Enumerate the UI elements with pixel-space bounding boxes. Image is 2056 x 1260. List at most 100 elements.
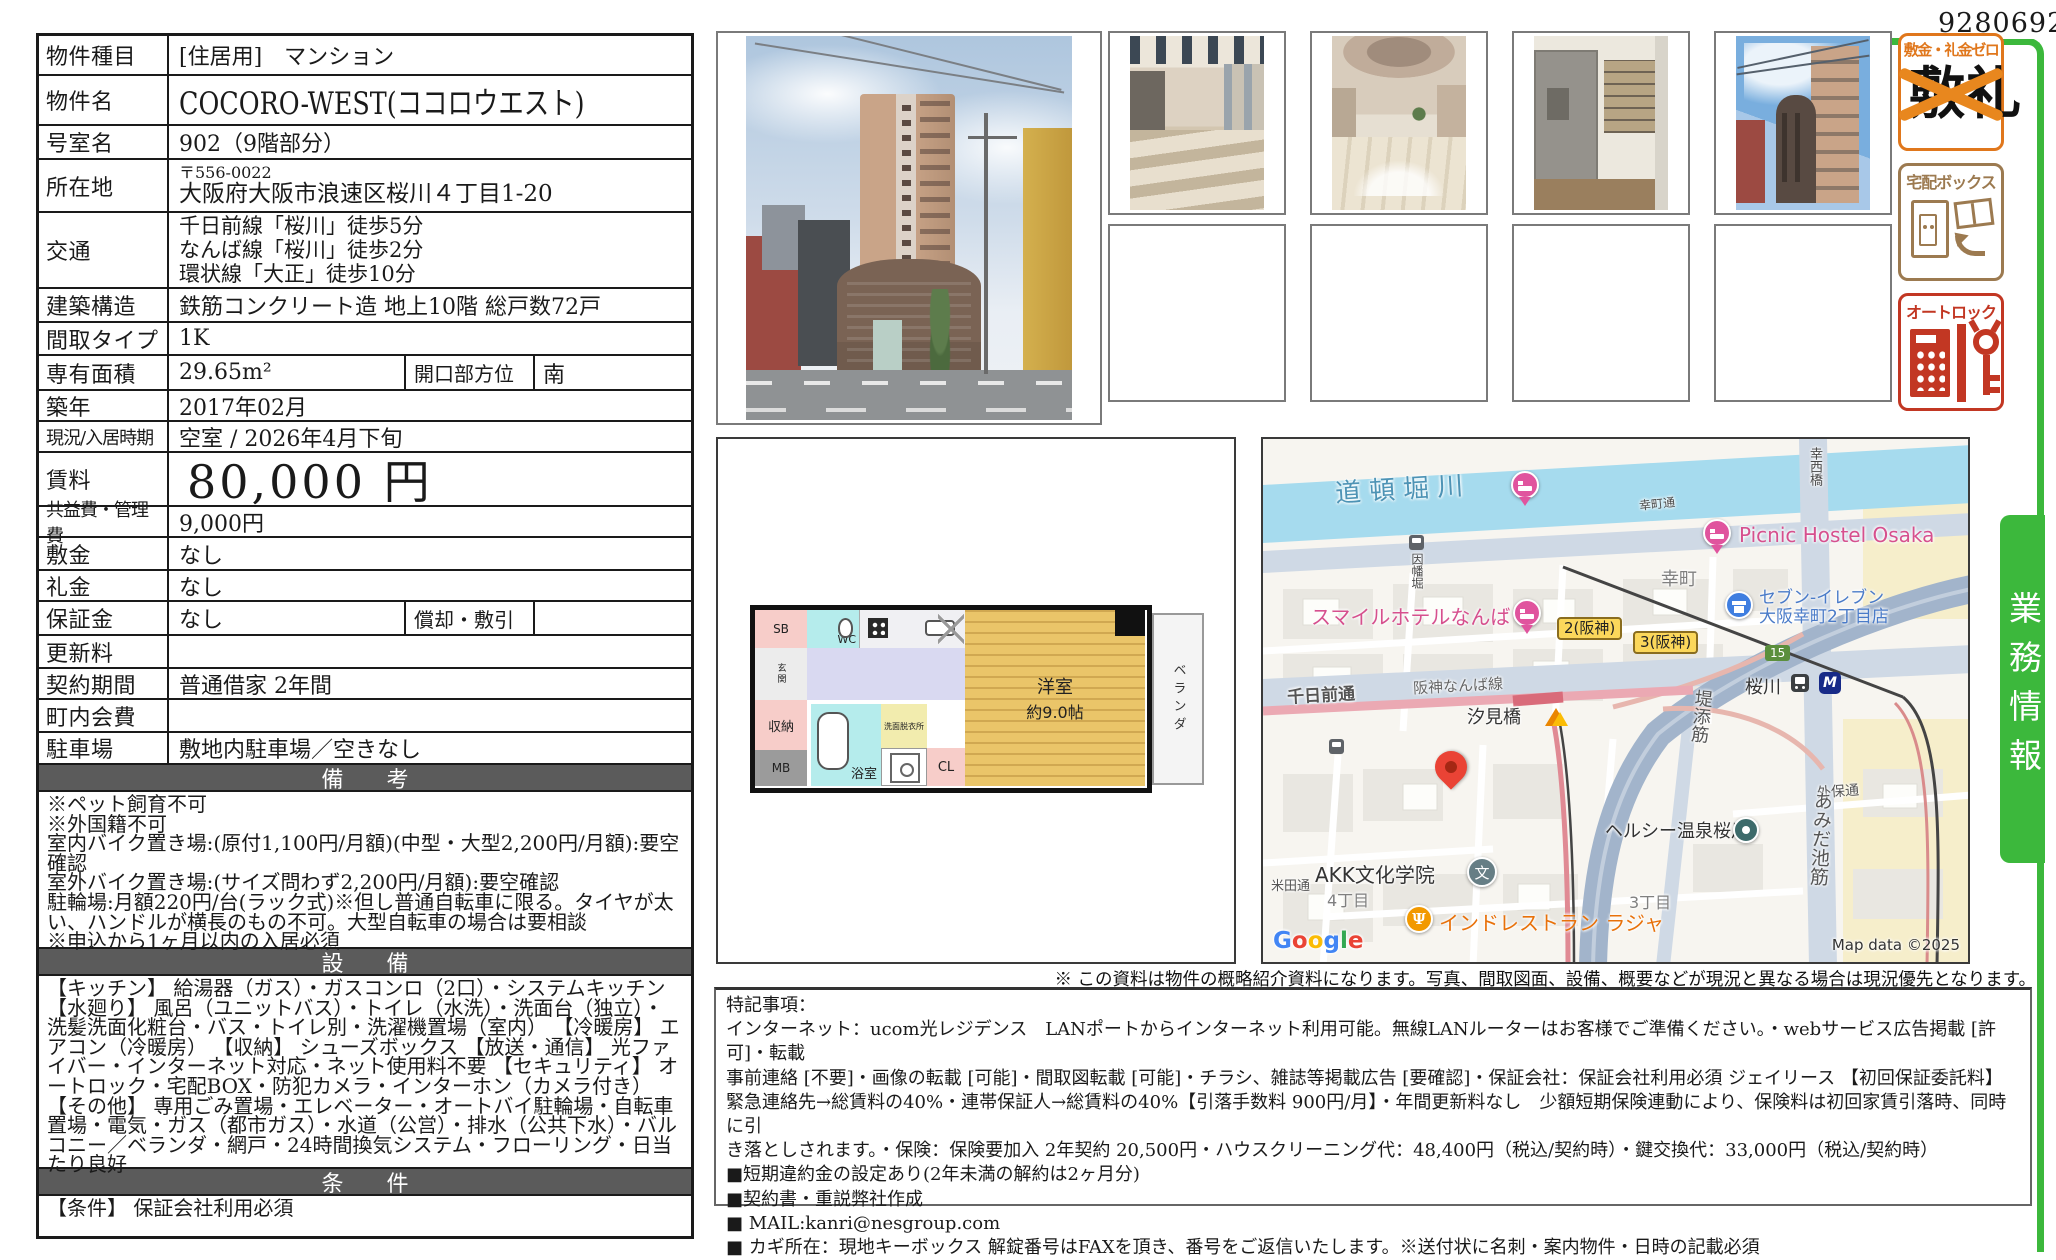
conditions-block: 【条件】 保証会社利用必須 [39, 1196, 691, 1236]
zip-code: 〒556-0022 [179, 164, 272, 181]
table-row: 保証金 なし 償却・敷引 [39, 602, 691, 636]
photo-building-low-angle [1714, 31, 1892, 215]
school-label[interactable]: AKK文化学院 [1315, 859, 1435, 888]
hotel-pin[interactable] [1513, 599, 1541, 627]
bath-area: 浴室 [811, 704, 881, 786]
row-label: 所在地 [39, 160, 169, 211]
district-label: 4丁目 [1327, 887, 1369, 911]
location-map[interactable]: 道頓堀川 幸西橋 幸町通 Picnic Hostel Osaka 幸町 セブン-… [1261, 437, 1970, 964]
hotel-pin[interactable] [1703, 519, 1731, 547]
row-value [535, 602, 691, 634]
google-logo: Google [1273, 928, 1363, 954]
table-row: 築年 2017年02月 [39, 391, 691, 422]
row-label: 町内会費 [39, 700, 169, 731]
row-label: 開口部方位 [406, 356, 535, 389]
wall-column [1115, 610, 1145, 636]
row-value: なし [169, 538, 691, 569]
row-label: 築年 [39, 391, 169, 420]
remarks-header: 備 考 [39, 765, 691, 792]
photo-placeholder [1512, 224, 1690, 402]
crossed-kanji-icon: 敷 礼 [1901, 60, 2001, 124]
no-deposit-title: 敷金・礼金ゼロ [1901, 39, 2001, 60]
row-value: 1K [169, 323, 691, 354]
closet-area: CL [927, 748, 965, 786]
row-value: 普通借家 2年間 [169, 669, 691, 698]
rent-value: 80,000 円 [169, 453, 691, 505]
meterbox-area: MB [755, 750, 807, 786]
onsen-pin[interactable] [1733, 817, 1759, 843]
auto-lock-badge: オートロック [1898, 293, 2004, 411]
row-label: 契約期間 [39, 669, 169, 698]
table-row: 敷金 なし [39, 538, 691, 571]
table-row: 更新料 [39, 636, 691, 669]
table-row: 町内会費 [39, 700, 691, 733]
table-row: 物件種目 [住居用] マンション [39, 36, 691, 76]
conditions-header: 条 件 [39, 1169, 691, 1196]
washroom-area: 洗面脱衣所 [881, 704, 927, 748]
entrance-area: 玄関 [755, 648, 807, 700]
delivery-box-badge: 宅配ボックス [1898, 163, 2004, 281]
station-label: 汐見橋 [1467, 703, 1521, 729]
hotel-label[interactable]: スマイルホテルなんば [1311, 601, 1510, 630]
store-label-2[interactable]: 大阪幸町2丁目店 [1759, 602, 1889, 627]
access-value: 千日前線「桜川」徒歩5分 なんば線「桜川」徒歩2分 環状線「大正」徒歩10分 [169, 213, 691, 287]
table-row: 所在地 〒556-0022 大阪府大阪市浪速区桜川４丁目1-20 [39, 160, 691, 213]
shiomibashi-station-icon [1545, 697, 1567, 726]
row-label: 共益費・管理費 [39, 507, 169, 536]
floorplan-drawing: SB WC 玄関 収納 MB 浴室 洗面脱衣所 CL 洋室 約9.0帖 ベランダ [750, 605, 1208, 793]
road-label: あみだ池筋 [1805, 790, 1837, 886]
row-value: 鉄筋コンクリート造 地上10階 総戸数72戸 [169, 289, 691, 321]
delivery-locker-icon [1911, 200, 1949, 258]
convenience-store-pin[interactable] [1725, 591, 1753, 619]
row-label: 間取タイプ [39, 323, 169, 354]
table-row: 契約期間 普通借家 2年間 [39, 669, 691, 700]
no-deposit-badge: 敷金・礼金ゼロ 敷 礼 [1898, 33, 2004, 151]
hostel-label[interactable]: Picnic Hostel Osaka [1739, 523, 1934, 547]
hotel-pin[interactable] [1511, 471, 1539, 499]
western-room-area: 洋室 約9.0帖 [965, 610, 1145, 786]
row-label: 保証金 [39, 602, 169, 634]
business-info-tab-label: 業務情報 [1999, 591, 2047, 787]
road-label: 千日前通 [1286, 679, 1355, 708]
school-pin[interactable]: 文 [1467, 857, 1497, 887]
business-info-tab[interactable]: 業務情報 [2000, 515, 2045, 863]
arrow-icon [1955, 236, 1985, 256]
table-row: 物件名 COCORO-WEST(ココロウエスト) [39, 76, 691, 126]
table-row: 専有面積 29.65m² 開口部方位 南 [39, 356, 691, 391]
row-value: なし [169, 571, 691, 600]
row-label: 専有面積 [39, 356, 169, 389]
exit-3-label: 3(阪神) [1633, 631, 1698, 654]
osaka-metro-icon: M [1819, 672, 1841, 694]
row-value [169, 700, 691, 731]
bus-stop-icon [1409, 535, 1424, 550]
restaurant-label[interactable]: インドレストラン ラジャ [1439, 907, 1664, 936]
onsen-label[interactable]: ヘルシー温泉桜川 [1605, 817, 1749, 843]
photo-entrance-corridor [1108, 31, 1286, 215]
storage-area: 収納 [755, 700, 807, 750]
table-row: 礼金 なし [39, 571, 691, 602]
equipment-header: 設 備 [39, 949, 691, 976]
photo-lobby [1310, 31, 1488, 215]
row-value: 敷地内駐車場／空きなし [169, 733, 691, 763]
special-notes-panel: 特記事項： インターネット：ucom光レジデンス LANポートからインターネット… [714, 987, 2032, 1206]
table-row: 号室名 902（9階部分） [39, 126, 691, 160]
row-value: 9,000円 [169, 507, 691, 536]
main-exterior-photo [716, 31, 1102, 425]
row-value: 2017年02月 [169, 391, 691, 420]
row-value [169, 636, 691, 667]
hallway-area [807, 648, 965, 700]
photo-placeholder [1108, 224, 1286, 402]
row-label: 駐車場 [39, 733, 169, 763]
bridge-label: 幸西橋 [1805, 447, 1824, 486]
restaurant-pin[interactable]: Ψ [1405, 905, 1433, 933]
shoebox-area: SB [755, 610, 807, 648]
row-value: [住居用] マンション [169, 36, 691, 74]
delivery-box-title: 宅配ボックス [1901, 169, 2001, 193]
property-name-value: COCORO-WEST(ココロウエスト) [169, 76, 691, 124]
row-label: 礼金 [39, 571, 169, 600]
photo-placeholder [1310, 224, 1488, 402]
row-value: なし [169, 602, 406, 634]
area-value: 29.65m² [169, 356, 406, 389]
photo-placeholder [1714, 224, 1892, 402]
auto-lock-title: オートロック [1901, 299, 2001, 323]
